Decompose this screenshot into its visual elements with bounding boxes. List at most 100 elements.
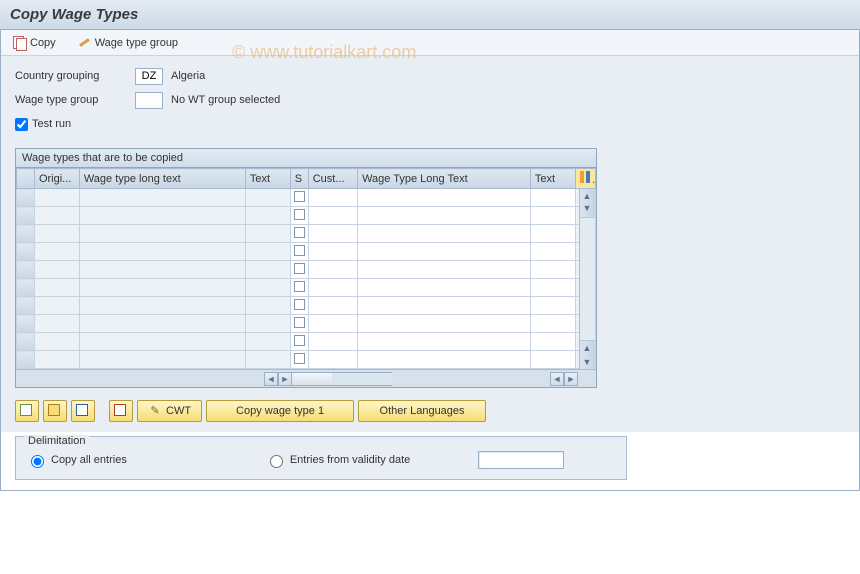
- cell-cust[interactable]: [308, 261, 357, 279]
- cell-cust[interactable]: [308, 351, 357, 369]
- row-selector[interactable]: [17, 225, 35, 243]
- configure-columns-button[interactable]: [575, 169, 595, 189]
- icon-button-1[interactable]: [15, 400, 39, 422]
- cell-s[interactable]: [290, 279, 308, 297]
- row-selector[interactable]: [17, 243, 35, 261]
- copy-all-entries-radio-input[interactable]: [31, 455, 44, 468]
- cell-wage-type-long-text-2[interactable]: [358, 333, 531, 351]
- cell-s[interactable]: [290, 243, 308, 261]
- cell-origi[interactable]: [34, 333, 79, 351]
- cell-text[interactable]: [245, 261, 290, 279]
- cell-s[interactable]: [290, 225, 308, 243]
- scroll-track[interactable]: [580, 217, 595, 341]
- cell-wage-type-long-text-2[interactable]: [358, 279, 531, 297]
- scroll-down-step-icon[interactable]: ▼: [580, 201, 594, 215]
- cell-text-2[interactable]: [530, 189, 575, 207]
- cell-wage-type-long-text-2[interactable]: [358, 315, 531, 333]
- cell-cust[interactable]: [308, 207, 357, 225]
- cell-origi[interactable]: [34, 225, 79, 243]
- cell-text[interactable]: [245, 225, 290, 243]
- cwt-button[interactable]: CWT: [137, 400, 202, 422]
- cell-text-2[interactable]: [530, 261, 575, 279]
- cell-text-2[interactable]: [530, 207, 575, 225]
- cell-text-2[interactable]: [530, 297, 575, 315]
- cell-text-2[interactable]: [530, 333, 575, 351]
- other-languages-button[interactable]: Other Languages: [358, 400, 486, 422]
- scroll-up-step-icon[interactable]: ▲: [580, 341, 594, 355]
- cell-text[interactable]: [245, 189, 290, 207]
- hscroll-right-group[interactable]: ◄ ►: [550, 372, 578, 386]
- cell-origi[interactable]: [34, 351, 79, 369]
- cell-wage-type-long-text[interactable]: [79, 243, 245, 261]
- cell-wage-type-long-text-2[interactable]: [358, 207, 531, 225]
- cell-wage-type-long-text[interactable]: [79, 207, 245, 225]
- cell-wage-type-long-text-2[interactable]: [358, 351, 531, 369]
- checkbox-icon[interactable]: [294, 245, 305, 256]
- row-selector[interactable]: [17, 315, 35, 333]
- table-row[interactable]: [17, 207, 596, 225]
- col-cust[interactable]: Cust...: [308, 169, 357, 189]
- cell-origi[interactable]: [34, 261, 79, 279]
- cell-wage-type-long-text[interactable]: [79, 189, 245, 207]
- icon-button-3[interactable]: [71, 400, 95, 422]
- cell-s[interactable]: [290, 333, 308, 351]
- cell-text[interactable]: [245, 315, 290, 333]
- cell-wage-type-long-text-2[interactable]: [358, 297, 531, 315]
- cell-wage-type-long-text-2[interactable]: [358, 189, 531, 207]
- cell-wage-type-long-text[interactable]: [79, 333, 245, 351]
- cell-wage-type-long-text[interactable]: [79, 315, 245, 333]
- select-all-header[interactable]: [17, 169, 35, 189]
- row-selector[interactable]: [17, 189, 35, 207]
- cell-origi[interactable]: [34, 279, 79, 297]
- cell-cust[interactable]: [308, 189, 357, 207]
- cell-cust[interactable]: [308, 297, 357, 315]
- test-run-checkbox[interactable]: [15, 118, 28, 131]
- cell-text[interactable]: [245, 333, 290, 351]
- col-text[interactable]: Text: [245, 169, 290, 189]
- cell-wage-type-long-text[interactable]: [79, 225, 245, 243]
- cell-cust[interactable]: [308, 333, 357, 351]
- checkbox-icon[interactable]: [294, 209, 305, 220]
- cell-wage-type-long-text[interactable]: [79, 279, 245, 297]
- copy-wage-type-1-button[interactable]: Copy wage type 1: [206, 400, 354, 422]
- cell-origi[interactable]: [34, 243, 79, 261]
- table-row[interactable]: [17, 297, 596, 315]
- scroll-down-icon[interactable]: ▼: [580, 355, 594, 369]
- checkbox-icon[interactable]: [294, 191, 305, 202]
- cell-text[interactable]: [245, 297, 290, 315]
- table-row[interactable]: [17, 261, 596, 279]
- cell-s[interactable]: [290, 297, 308, 315]
- col-origi[interactable]: Origi...: [34, 169, 79, 189]
- table-row[interactable]: [17, 351, 596, 369]
- row-selector[interactable]: [17, 261, 35, 279]
- table-row[interactable]: [17, 333, 596, 351]
- cell-origi[interactable]: [34, 207, 79, 225]
- table-row[interactable]: [17, 225, 596, 243]
- cell-wage-type-long-text-2[interactable]: [358, 261, 531, 279]
- row-selector[interactable]: [17, 333, 35, 351]
- table-row[interactable]: [17, 315, 596, 333]
- row-selector[interactable]: [17, 297, 35, 315]
- cell-text-2[interactable]: [530, 225, 575, 243]
- cell-wage-type-long-text-2[interactable]: [358, 225, 531, 243]
- row-selector[interactable]: [17, 279, 35, 297]
- entries-from-date-radio[interactable]: Entries from validity date: [265, 452, 410, 468]
- cell-text[interactable]: [245, 351, 290, 369]
- cell-wage-type-long-text[interactable]: [79, 297, 245, 315]
- hscroll-thumb[interactable]: [292, 372, 332, 386]
- col-wage-type-long-text-2[interactable]: Wage Type Long Text: [358, 169, 531, 189]
- cell-cust[interactable]: [308, 279, 357, 297]
- cell-wage-type-long-text[interactable]: [79, 351, 245, 369]
- copy-button[interactable]: Copy: [9, 34, 60, 51]
- checkbox-icon[interactable]: [294, 317, 305, 328]
- row-selector[interactable]: [17, 351, 35, 369]
- col-wage-type-long-text[interactable]: Wage type long text: [79, 169, 245, 189]
- cell-cust[interactable]: [308, 243, 357, 261]
- icon-button-4[interactable]: [109, 400, 133, 422]
- col-text-2[interactable]: Text: [530, 169, 575, 189]
- hscroll-left-group[interactable]: ◄ ►: [264, 372, 392, 386]
- cell-text-2[interactable]: [530, 243, 575, 261]
- checkbox-icon[interactable]: [294, 263, 305, 274]
- checkbox-icon[interactable]: [294, 353, 305, 364]
- hscroll-right-icon[interactable]: ►: [278, 372, 292, 386]
